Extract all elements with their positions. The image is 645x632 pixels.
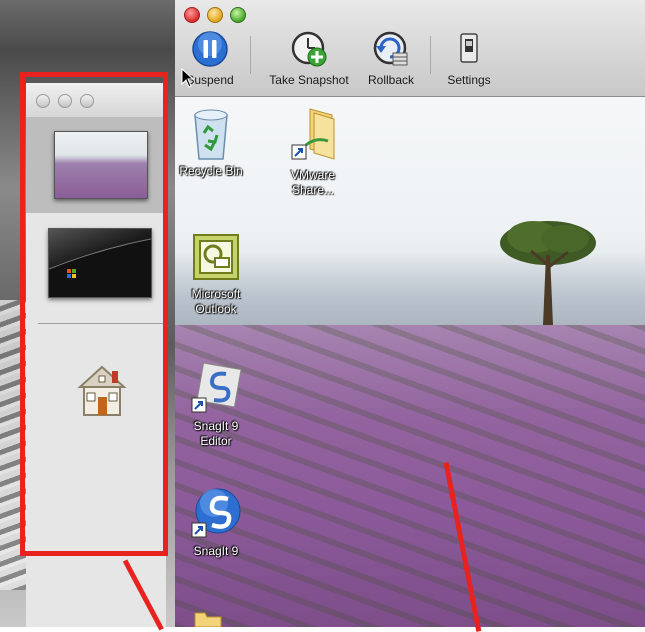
pause-icon	[192, 31, 228, 67]
annotation-highlight-box	[20, 72, 168, 556]
take-snapshot-button[interactable]: Take Snapshot	[263, 30, 355, 92]
rollback-label: Rollback	[367, 73, 415, 87]
window-toolbar: Suspend Take Snapshot Rollback Settings	[175, 0, 645, 97]
settings-label: Settings	[447, 73, 491, 87]
partial-folder-icon	[194, 612, 222, 627]
snagit-label: SnagIt 9	[193, 544, 239, 558]
recycle-bin-icon	[194, 109, 228, 160]
wallpaper-tree	[500, 221, 596, 325]
desktop-icon-outlook[interactable]: Microsoft Outlook	[180, 232, 252, 317]
snagit-editor-label: SnagIt 9 Editor	[193, 419, 239, 448]
vmware-shared-label: VMware Share...	[290, 168, 335, 197]
settings-button[interactable]: Settings	[441, 30, 497, 92]
settings-switch-icon	[460, 33, 478, 63]
desktop-icon-recycle-bin[interactable]: Recycle Bin	[175, 105, 247, 179]
desktop-icon-snagit-editor[interactable]: SnagIt 9 Editor	[180, 362, 252, 449]
snagit-icon	[191, 488, 241, 538]
desktop-icon-vmware-shared[interactable]: VMware Share...	[277, 105, 349, 198]
take-snapshot-label: Take Snapshot	[269, 73, 349, 87]
snapshot-clock-icon	[291, 31, 327, 67]
guest-desktop: Recycle Bin VMware Share... Microsoft Ou…	[175, 97, 645, 627]
toolbar-separator	[250, 36, 251, 74]
close-button[interactable]	[184, 7, 200, 23]
vm-window: Suspend Take Snapshot Rollback Settings …	[175, 0, 645, 627]
rollback-clock-icon	[373, 31, 408, 66]
rollback-button[interactable]: Rollback	[361, 30, 421, 92]
mouse-cursor-icon	[181, 68, 195, 88]
outlook-label: Microsoft Outlook	[191, 287, 241, 316]
snagit-editor-icon	[191, 362, 242, 413]
desktop-icon-snagit[interactable]: SnagIt 9	[180, 487, 252, 559]
shared-folder-icon	[291, 108, 335, 160]
zoom-button[interactable]	[230, 7, 246, 23]
minimize-button[interactable]	[207, 7, 223, 23]
outlook-icon	[193, 234, 239, 280]
toolbar-separator	[430, 36, 431, 74]
recycle-bin-label: Recycle Bin	[179, 164, 243, 178]
